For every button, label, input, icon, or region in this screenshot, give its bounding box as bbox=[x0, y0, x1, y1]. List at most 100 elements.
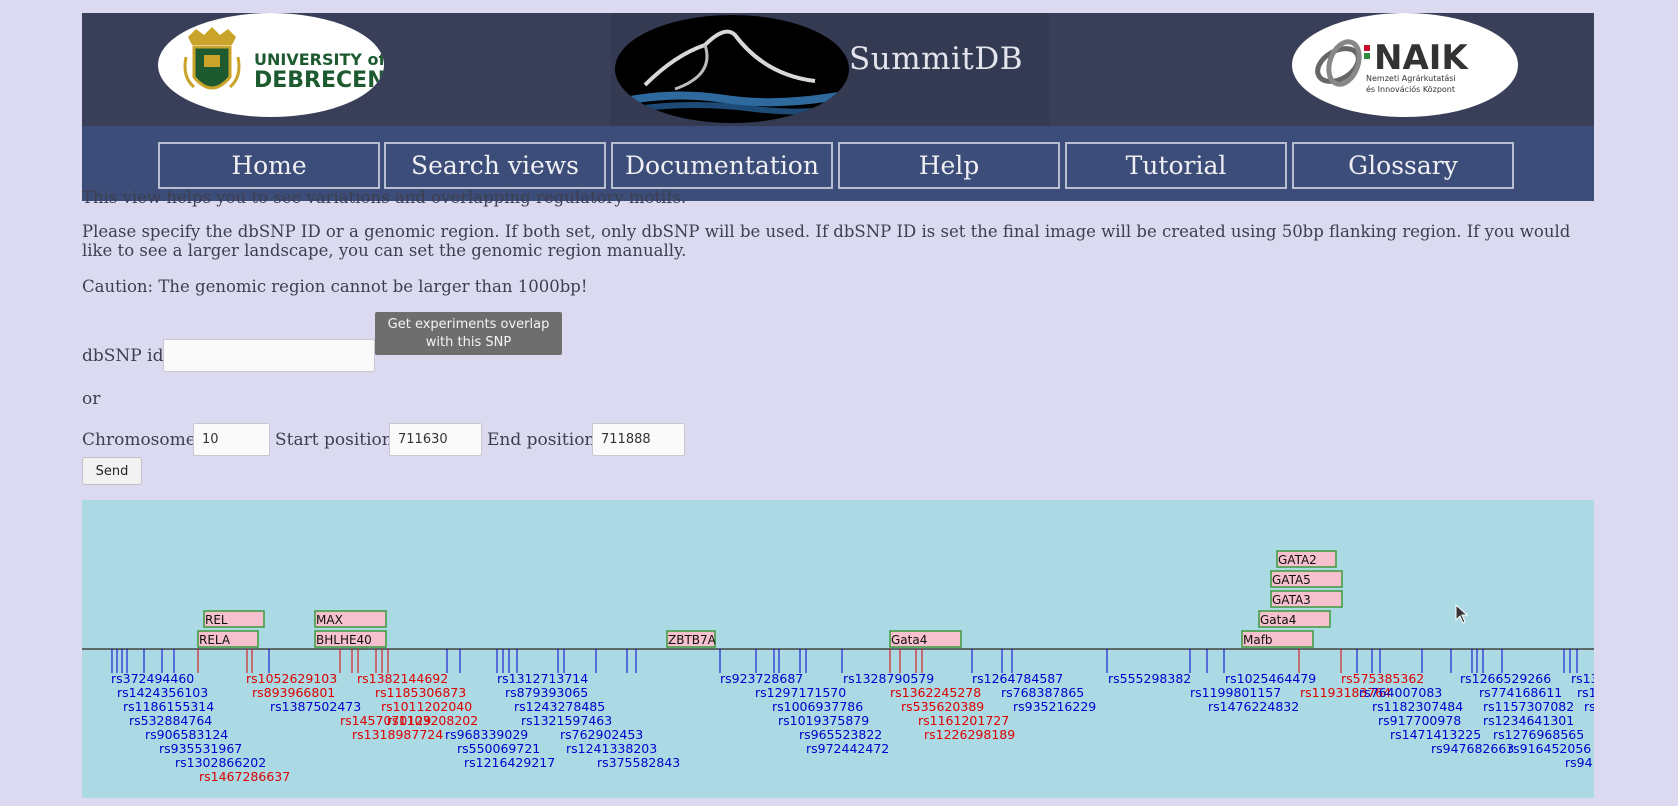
motif-label: MAX bbox=[316, 613, 343, 627]
snp-id-label[interactable]: rs532884764 bbox=[129, 713, 212, 728]
snp-id-label[interactable]: rs923728687 bbox=[720, 671, 803, 686]
snp-id-label[interactable]: rs13 bbox=[1571, 671, 1594, 686]
snp-id-label[interactable]: rs1052629103 bbox=[246, 671, 337, 686]
snp-id-label[interactable]: rs1467286637 bbox=[199, 769, 290, 784]
snp-id-label[interactable]: rs774168611 bbox=[1479, 685, 1562, 700]
snp-id-label[interactable]: rs575385362 bbox=[1341, 671, 1424, 686]
snp-id-label[interactable]: rs1185306873 bbox=[375, 685, 466, 700]
crest-icon: UNIVERSITY of DEBRECEN bbox=[183, 27, 384, 93]
university-debrecen-logo[interactable]: UNIVERSITY of DEBRECEN bbox=[158, 13, 384, 117]
svg-text:NAIK: NAIK bbox=[1374, 38, 1469, 78]
snp-id-label[interactable]: rs1216429217 bbox=[464, 755, 555, 770]
mountain-icon bbox=[615, 15, 849, 123]
dbsnp-input[interactable] bbox=[163, 339, 375, 372]
motif-label: GATA2 bbox=[1278, 553, 1317, 567]
snp-id-label[interactable]: rs375582843 bbox=[597, 755, 680, 770]
snp-id-label[interactable]: rs1182307484 bbox=[1372, 699, 1463, 714]
nav-home[interactable]: Home bbox=[158, 142, 380, 189]
svg-text:UNIVERSITY of: UNIVERSITY of bbox=[254, 50, 384, 69]
site-header: UNIVERSITY of DEBRECEN SummitDB NAIK Nem… bbox=[82, 13, 1594, 126]
snp-id-label[interactable]: rs1424356103 bbox=[117, 685, 208, 700]
snp-id-label[interactable]: rs1328790579 bbox=[843, 671, 934, 686]
snp-id-label[interactable]: rs372494460 bbox=[111, 671, 194, 686]
snp-id-label[interactable]: rs1241338203 bbox=[566, 741, 657, 756]
snp-id-label[interactable]: rs972442472 bbox=[806, 741, 889, 756]
svg-text:DEBRECEN: DEBRECEN bbox=[254, 68, 384, 93]
snp-id-label[interactable]: rs764007083 bbox=[1359, 685, 1442, 700]
motif-label: RELA bbox=[199, 633, 231, 647]
snp-id-label[interactable]: rs1199801157 bbox=[1190, 685, 1281, 700]
snp-id-label[interactable]: rs965523822 bbox=[799, 727, 882, 742]
snp-id-label[interactable]: rs94 bbox=[1565, 755, 1593, 770]
snp-id-label[interactable]: rs1264784587 bbox=[972, 671, 1063, 686]
snp-id-label[interactable]: rs1362245278 bbox=[890, 685, 981, 700]
motif-label: BHLHE40 bbox=[316, 633, 372, 647]
snp-id-label[interactable]: rs1019375879 bbox=[778, 713, 869, 728]
get-experiments-button[interactable]: Get experiments overlap with this SNP bbox=[375, 312, 562, 355]
snp-id-label[interactable]: rs535620389 bbox=[901, 699, 984, 714]
snp-id-label[interactable]: rs1025464479 bbox=[1225, 671, 1316, 686]
snp-id-label[interactable]: rs1312713714 bbox=[497, 671, 588, 686]
motif-label: GATA5 bbox=[1272, 573, 1311, 587]
snp-id-label[interactable]: rs1157307082 bbox=[1483, 699, 1574, 714]
snp-id-label[interactable]: rs906583124 bbox=[145, 727, 228, 742]
snp-id-label[interactable]: rs1266529266 bbox=[1460, 671, 1551, 686]
snp-id-label[interactable]: rs916452056 bbox=[1508, 741, 1591, 756]
snp-id-label[interactable]: rs917700978 bbox=[1378, 713, 1461, 728]
nav-documentation[interactable]: Documentation bbox=[611, 142, 833, 189]
site-title: SummitDB bbox=[849, 41, 1024, 77]
snp-id-label[interactable]: rs1387502473 bbox=[270, 699, 361, 714]
snp-id-label[interactable]: rs1318987724 bbox=[352, 727, 443, 742]
snp-id-label[interactable]: rs1103208202 bbox=[387, 713, 478, 728]
snp-id-label[interactable]: rs550069721 bbox=[457, 741, 540, 756]
nav-glossary[interactable]: Glossary bbox=[1292, 142, 1514, 189]
snp-id-label[interactable]: rs555298382 bbox=[1108, 671, 1191, 686]
snp-id-label[interactable]: rs1476224832 bbox=[1208, 699, 1299, 714]
snp-id-label[interactable]: rs1 bbox=[1577, 685, 1594, 700]
snp-id-label[interactable]: rs1302866202 bbox=[175, 755, 266, 770]
chromosome-label: Chromosome: bbox=[82, 430, 202, 450]
snp-id-label[interactable]: rs1161201727 bbox=[918, 713, 1009, 728]
end-position-input[interactable] bbox=[592, 423, 685, 456]
motif-label: REL bbox=[205, 613, 228, 627]
intro-text: This view helps you to see variations an… bbox=[82, 188, 687, 207]
nav-help[interactable]: Help bbox=[838, 142, 1060, 189]
snp-id-label[interactable]: rs1234641301 bbox=[1483, 713, 1574, 728]
motif-track: REL RELA MAX BHLHE40 ZBTB7A Gata4 GATA2 GATA5 GA… bbox=[82, 550, 1594, 784]
snp-id-label[interactable]: rs1006937786 bbox=[772, 699, 863, 714]
snp-id-label[interactable]: rs762902453 bbox=[560, 727, 643, 742]
nav-tutorial[interactable]: Tutorial bbox=[1065, 142, 1287, 189]
mouse-cursor-icon bbox=[1455, 604, 1469, 624]
instructions-text: Please specify the dbSNP ID or a genomic… bbox=[82, 222, 1571, 260]
snp-id-label[interactable]: rs1226298189 bbox=[924, 727, 1015, 742]
snp-id-label[interactable]: rs1011202040 bbox=[381, 699, 472, 714]
snp-id-label[interactable]: rs1186155314 bbox=[123, 699, 214, 714]
motif-label: Gata4 bbox=[1260, 613, 1296, 627]
snp-id-label[interactable]: rs935216229 bbox=[1013, 699, 1096, 714]
start-position-label: Start position: bbox=[275, 430, 399, 450]
snp-id-label[interactable]: rs893966801 bbox=[252, 685, 335, 700]
snp-id-label[interactable]: rs1297171570 bbox=[755, 685, 846, 700]
motif-label: Gata4 bbox=[891, 633, 927, 647]
snp-id-label[interactable]: rs1276968565 bbox=[1493, 727, 1584, 742]
start-position-input[interactable] bbox=[389, 423, 482, 456]
snp-id-label[interactable]: rs1471413225 bbox=[1390, 727, 1481, 742]
snp-id-label[interactable]: rs1382144692 bbox=[357, 671, 448, 686]
chromosome-input[interactable] bbox=[193, 423, 270, 456]
snp-id-label[interactable]: rs879393065 bbox=[505, 685, 588, 700]
motif-label: ZBTB7A bbox=[668, 633, 717, 647]
naik-swirl-icon: NAIK Nemzeti Agrárkutatási és Innovációs… bbox=[1315, 38, 1469, 94]
snp-id-label[interactable]: rs968339029 bbox=[445, 727, 528, 742]
snp-id-label[interactable]: rs935531967 bbox=[159, 741, 242, 756]
snp-id-label[interactable]: rs768387865 bbox=[1001, 685, 1084, 700]
svg-text:Nemzeti Agrárkutatási: Nemzeti Agrárkutatási bbox=[1366, 74, 1456, 83]
nav-search-views[interactable]: Search views bbox=[384, 142, 606, 189]
snp-id-label[interactable]: rs bbox=[1584, 699, 1594, 714]
snp-id-label[interactable]: rs1243278485 bbox=[514, 699, 605, 714]
snp-id-label[interactable]: rs1321597463 bbox=[521, 713, 612, 728]
snp-id-label[interactable]: rs947682663 bbox=[1431, 741, 1514, 756]
send-button[interactable]: Send bbox=[82, 457, 142, 485]
end-position-label: End position: bbox=[487, 430, 602, 450]
svg-text:és Innovációs Központ: és Innovációs Központ bbox=[1366, 84, 1455, 94]
naik-logo[interactable]: NAIK Nemzeti Agrárkutatási és Innovációs… bbox=[1292, 13, 1518, 117]
